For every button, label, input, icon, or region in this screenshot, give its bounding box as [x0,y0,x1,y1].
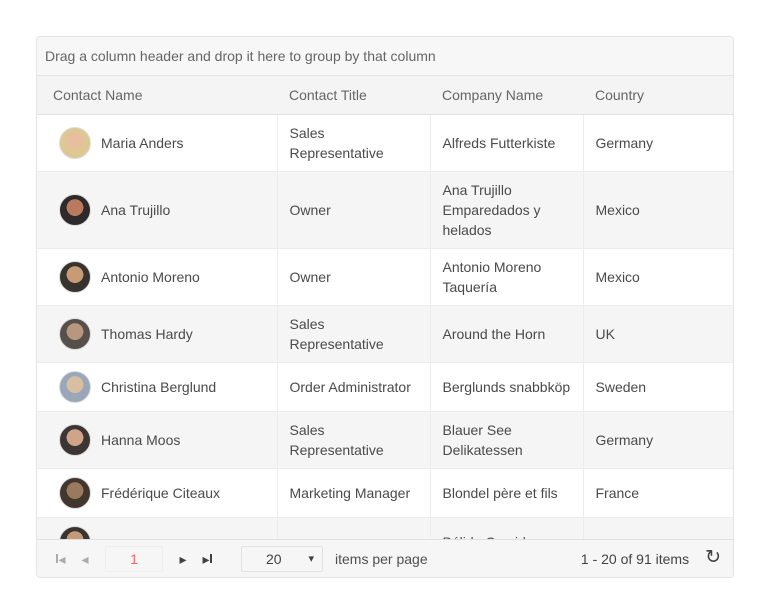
country: UK [583,305,733,362]
contact-title [277,517,430,539]
group-drop-panel[interactable]: Drag a column header and drop it here to… [37,37,733,76]
column-header-contact-title[interactable]: Contact Title [277,76,430,114]
contact-name: Hanna Moos [101,430,180,450]
table-row[interactable]: Antonio Moreno Owner Antonio Moreno Taqu… [37,248,733,305]
grid-body: Contact Name Contact Title Company Name … [37,76,733,539]
country: Mexico [583,171,733,248]
company-name: Alfreds Futterkiste [430,114,583,171]
avatar [59,261,91,293]
contact-title: Marketing Manager [277,468,430,517]
table-row[interactable]: Thomas Hardy Sales Representative Around… [37,305,733,362]
contact-name: Maria Anders [101,133,183,153]
avatar [59,424,91,456]
contact-title: Order Administrator [277,362,430,411]
chevron-down-icon: ▾ [308,552,314,565]
contact-name: Frédérique Citeaux [101,483,220,503]
table-row[interactable]: Hanna Moos Sales Representative Blauer S… [37,411,733,468]
contact-title: Sales Representative [277,411,430,468]
previous-page-icon: ◂ [81,552,88,566]
first-page-button[interactable]: ◂ [49,547,73,571]
company-name: Antonio Moreno Taquería [430,248,583,305]
avatar [59,127,91,159]
group-panel-hint: Drag a column header and drop it here to… [45,48,436,64]
contact-title: Sales Representative [277,114,430,171]
data-grid: Drag a column header and drop it here to… [36,36,734,578]
refresh-icon[interactable]: ↻ [705,548,721,567]
current-page-button[interactable]: 1 [105,546,163,572]
avatar [59,318,91,350]
contact-name: Thomas Hardy [101,324,193,344]
table-row[interactable]: Ana Trujillo Owner Ana Trujillo Empareda… [37,171,733,248]
contact-name: Antonio Moreno [101,267,200,287]
last-page-icon [210,554,212,563]
company-name: Bólido Comidas [430,517,583,539]
next-page-button[interactable]: ▸ [171,547,195,571]
avatar [59,477,91,509]
company-name: Blondel père et fils [430,468,583,517]
page-info-label: 1 - 20 of 91 items [581,551,689,567]
country: France [583,468,733,517]
country: Germany [583,114,733,171]
header-row: Contact Name Contact Title Company Name … [37,76,733,114]
column-header-company-name[interactable]: Company Name [430,76,583,114]
page-size-select[interactable]: 20 ▾ [241,546,323,572]
company-name: Blauer See Delikatessen [430,411,583,468]
page-size-value: 20 [266,551,282,567]
contact-title: Owner [277,248,430,305]
table-row[interactable]: Maria Anders Sales Representative Alfred… [37,114,733,171]
next-page-icon: ▸ [179,552,186,566]
company-name: Berglunds snabbköp [430,362,583,411]
company-name: Ana Trujillo Emparedados y helados [430,171,583,248]
column-header-contact-name[interactable]: Contact Name [37,76,277,114]
contact-title: Owner [277,171,430,248]
contact-name: Ana Trujillo [101,200,170,220]
table-row[interactable]: Christina Berglund Order Administrator B… [37,362,733,411]
contact-name: Christina Berglund [101,377,216,397]
column-header-country[interactable]: Country [583,76,733,114]
avatar [59,194,91,226]
country: Mexico [583,248,733,305]
country [583,517,733,539]
country: Germany [583,411,733,468]
last-page-button[interactable]: ▸ [195,547,219,571]
table-row[interactable]: Bólido Comidas [37,517,733,539]
table-row[interactable]: Frédérique Citeaux Marketing Manager Blo… [37,468,733,517]
contact-title: Sales Representative [277,305,430,362]
pager: ◂ ◂ 1 ▸ ▸ 20 ▾ items per page 1 - 20 of … [37,539,733,577]
avatar [59,526,91,540]
country: Sweden [583,362,733,411]
company-name: Around the Horn [430,305,583,362]
previous-page-button[interactable]: ◂ [73,547,97,571]
items-per-page-label: items per page [335,551,428,567]
avatar [59,371,91,403]
